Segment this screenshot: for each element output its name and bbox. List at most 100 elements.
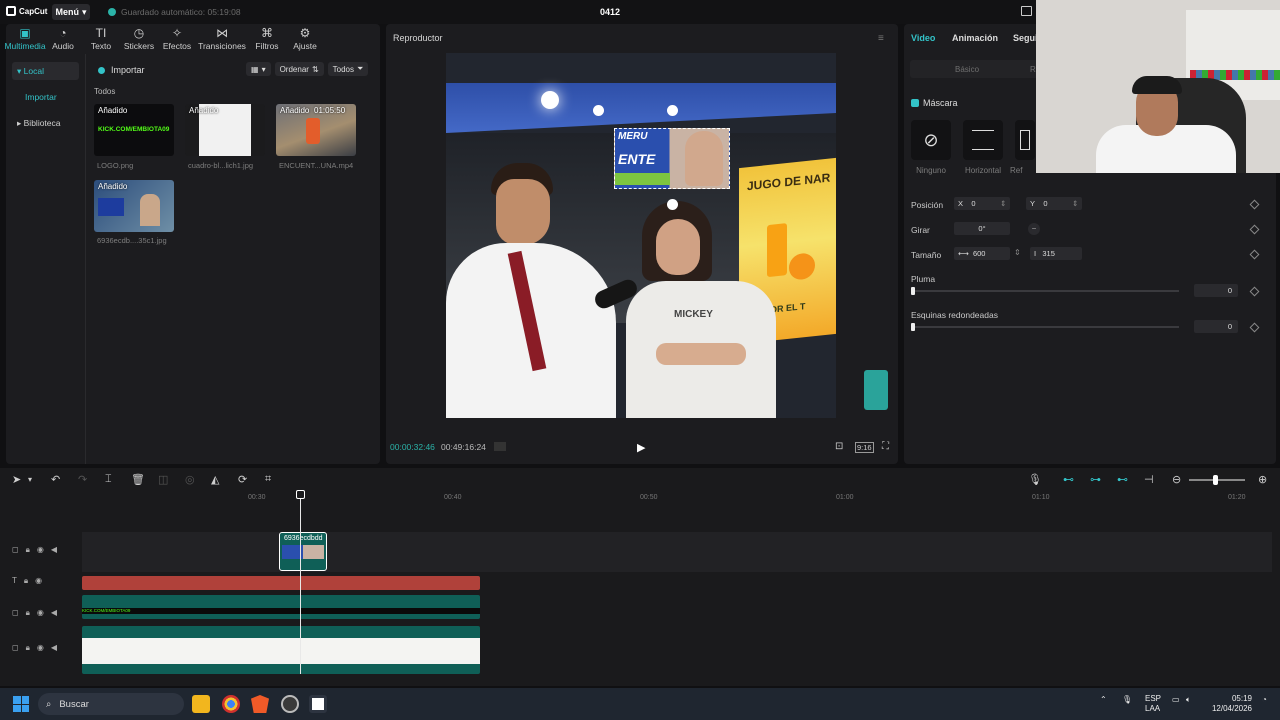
corners-field[interactable]: 0 [1194,320,1238,333]
link-track-icon[interactable]: ⊶ [1090,473,1101,486]
language-indicator[interactable]: ESP LAA [1145,694,1161,714]
sidebar-item-importar[interactable]: Importar [12,88,79,106]
tab-ajuste[interactable]: ⚙ Ajuste [286,24,324,54]
eye-icon[interactable]: ◉ [37,643,44,653]
taskbar-search[interactable]: ⌕ Buscar [38,693,184,715]
split-scene-icon[interactable]: ⊣ [1144,473,1154,486]
position-x-field[interactable]: X 0 ⇕ [954,197,1010,210]
mask-handle-icon[interactable] [593,105,604,116]
playhead-handle[interactable] [296,490,305,499]
stepper-icon[interactable]: ⇕ [1072,199,1078,208]
feather-slider[interactable] [911,287,1179,295]
sidebar-item-local[interactable]: ▾ Local [12,62,79,80]
sidebar-item-biblioteca[interactable]: ▸ Biblioteca [12,114,79,132]
time-ruler[interactable]: 00:30 00:40 00:50 01:00 01:10 01:20 [82,492,1280,508]
network-icon[interactable]: ▭ [1172,695,1180,704]
keyframe-icon[interactable] [1249,224,1260,235]
track-cover-icon[interactable]: ◻ [12,643,19,653]
eye-icon[interactable]: ◉ [37,545,44,555]
zoom-in-icon[interactable]: ⊕ [1258,473,1267,486]
zoom-handle[interactable] [1213,475,1218,485]
subtab-basico[interactable]: Básico [955,65,979,74]
obs-icon[interactable] [281,695,299,713]
notifications-icon[interactable]: ◔ [1262,695,1267,704]
lock-icon[interactable]: 🔒︎ [24,576,28,586]
playhead[interactable] [300,490,301,674]
layout-icon[interactable] [1021,6,1032,16]
height-field[interactable]: I 315 [1030,247,1082,260]
freeze-icon[interactable]: ◫ [158,473,168,486]
file-explorer-icon[interactable] [192,695,210,713]
mask-option-horizontal[interactable] [963,120,1003,160]
corners-slider[interactable] [911,323,1179,331]
redo-icon[interactable]: ↷ [78,473,87,486]
keyframe-icon[interactable] [1249,249,1260,260]
sidebar-toggle[interactable] [864,370,888,410]
keyframe-icon[interactable] [1249,286,1260,297]
chevron-down-icon[interactable]: ▾ [28,475,32,484]
import-button[interactable]: Importar [98,65,145,75]
overlay-track[interactable] [82,532,1272,572]
mask-option-reflejo[interactable] [1015,120,1035,160]
speaker-icon[interactable]: ◀︎ [51,545,57,555]
hamburger-icon[interactable]: ≡ [878,33,884,44]
select-tool-icon[interactable]: ➤ [12,473,21,486]
video-preview[interactable]: JUGO DE NAR VEN POR EL T MICKEY MERU ENT… [446,53,836,418]
microphone-icon[interactable]: 🎙︎ [1028,473,1042,486]
overlay-clip[interactable]: 6936ecdbdd [279,532,327,571]
lock-icon[interactable]: 🔒︎ [26,608,30,618]
feather-handle-icon[interactable] [667,105,678,116]
keyframe-icon[interactable] [1249,322,1260,333]
microphone-tray-icon[interactable]: 🎙︎ [1122,695,1132,704]
feather-field[interactable]: 0 [1194,284,1238,297]
rotate-handle-icon[interactable] [667,199,678,210]
track-cover-icon[interactable]: ◻ [12,545,19,555]
view-toggle-button[interactable]: ▦ ▾ [246,62,271,76]
mirror-icon[interactable]: ◭ [211,473,219,486]
tab-multimedia[interactable]: ▣ Multimedia [4,24,45,54]
tab-audio[interactable]: ◔ Audio [44,24,82,54]
zoom-slider[interactable] [1189,475,1245,485]
play-icon[interactable]: ▶ [637,441,645,454]
magnet-icon[interactable]: ⊷ [1063,473,1074,486]
track-cover-icon[interactable]: ◻ [12,608,19,618]
speaker-icon[interactable]: ◀︎ [51,643,57,653]
eye-icon[interactable]: ◉ [35,576,42,586]
tab-efectos[interactable]: ✧ Efectos [158,24,196,54]
mask-option-ninguno[interactable]: ⊘ [911,120,951,160]
screenshot-icon[interactable]: ⊡ [835,441,843,452]
volume-icon[interactable]: 🔈︎ [1186,695,1191,705]
keyframe-icon[interactable] [1249,199,1260,210]
lock-icon[interactable]: 🔒︎ [26,545,30,555]
delete-icon[interactable]: 🗑︎ [131,473,145,486]
chevron-up-icon[interactable]: ⌃ [1100,695,1107,704]
link-icon[interactable]: ⇕ [1014,248,1021,257]
fullscreen-icon[interactable]: ⛶ [882,441,889,452]
media-item-image[interactable]: Añadido [94,180,174,232]
slider-handle[interactable] [911,323,915,331]
preview-axis-icon[interactable]: ⊷ [1117,473,1128,486]
main-clip[interactable] [82,626,480,674]
undo-icon[interactable]: ↶ [51,473,60,486]
tab-texto[interactable]: TI Texto [82,24,120,54]
checkbox-icon[interactable] [911,99,919,107]
filter-button[interactable]: Todos ⏷ [327,62,369,76]
speaker-icon[interactable]: ◀︎ [51,608,57,618]
clock[interactable]: 05:19 12/04/2026 [1210,694,1252,714]
media-item-logo[interactable]: Añadido KICK.COM/EMBIOTA09 [94,104,174,156]
tab-seguimiento[interactable]: Segui [1013,33,1038,43]
slider-handle[interactable] [911,287,915,295]
capcut-taskbar-icon[interactable] [309,695,327,713]
tab-filtros[interactable]: ⌘ Filtros [248,24,286,54]
chrome-icon[interactable] [222,695,240,713]
zoom-out-icon[interactable]: ⊖ [1172,473,1181,486]
split-icon[interactable]: ⌶ [105,473,112,486]
windows-start-icon[interactable] [13,696,29,712]
stepper-icon[interactable]: ⇕ [1000,199,1006,208]
tab-stickers[interactable]: ◷ Stickers [120,24,158,54]
sort-button[interactable]: Ordenar ⇅ [274,62,324,76]
eye-icon[interactable]: ◉ [37,608,44,618]
logo-clip[interactable]: KICK.COM/EMBIOTA09 [82,595,480,619]
rotate-dial-icon[interactable]: − [1028,223,1040,235]
brave-icon[interactable] [251,695,269,713]
